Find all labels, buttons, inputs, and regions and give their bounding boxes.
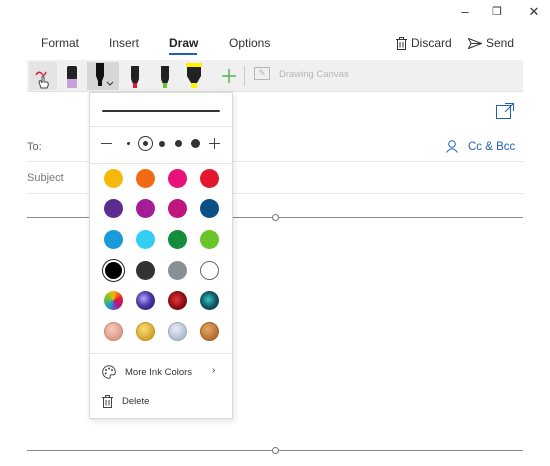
discard-label: Discard <box>411 36 452 50</box>
color-swatch-berry[interactable] <box>168 199 187 218</box>
delete-button[interactable]: Delete <box>102 395 149 408</box>
flyout-divider <box>90 126 232 127</box>
tab-insert[interactable]: Insert <box>109 36 139 50</box>
color-swatch-turquoise[interactable] <box>136 230 155 249</box>
delete-label: Delete <box>122 396 150 407</box>
thickness-selector <box>90 136 232 152</box>
pen-black-icon <box>96 63 114 86</box>
increase-thickness-button-vbar <box>214 138 215 149</box>
color-swatch-bronze[interactable] <box>200 322 219 341</box>
active-tab-indicator <box>169 53 197 55</box>
more-ink-colors-label: More Ink Colors <box>125 366 193 378</box>
pen-black-button[interactable] <box>87 62 119 90</box>
thickness-option-4[interactable] <box>175 140 182 147</box>
decrease-thickness-button[interactable] <box>101 143 112 144</box>
add-pen-icon <box>222 69 236 83</box>
pen-purple-icon <box>67 66 77 88</box>
pen-green-icon <box>161 66 169 88</box>
highlighter-yellow-icon <box>186 63 202 88</box>
cc-bcc-group: Cc & Bcc <box>446 140 515 153</box>
send-icon <box>468 37 482 49</box>
drawing-canvas-icon: ✎ <box>254 67 270 80</box>
palette-icon <box>102 365 116 379</box>
subject-input[interactable]: Subject <box>27 172 64 184</box>
send-button[interactable]: Send <box>468 36 514 50</box>
draw-toolbar: ✎ Drawing Canvas <box>27 60 523 92</box>
tab-options[interactable]: Options <box>229 36 270 50</box>
color-swatch-white[interactable] <box>200 261 219 280</box>
color-swatch-rose-gold[interactable] <box>104 322 123 341</box>
mail-compose-window: – ❐ ✕ Format Insert Draw Options Discard… <box>0 0 550 466</box>
discard-button[interactable]: Discard <box>396 36 452 50</box>
canvas-resize-handle-bottom[interactable] <box>272 447 279 454</box>
trash-icon <box>102 395 113 408</box>
pen-purple-button[interactable] <box>58 62 86 90</box>
color-swatch-gold-metal[interactable] <box>136 322 155 341</box>
thickness-option-2-dot <box>143 141 148 146</box>
color-swatch-ocean[interactable] <box>200 291 219 310</box>
color-swatch-black <box>105 262 122 279</box>
color-swatch-purple[interactable] <box>104 199 123 218</box>
pen-red-button[interactable] <box>121 62 149 90</box>
color-swatch-lime[interactable] <box>200 230 219 249</box>
to-label: To: <box>27 141 42 153</box>
trash-icon <box>396 36 407 50</box>
thickness-option-1[interactable] <box>127 142 130 145</box>
color-swatch-green[interactable] <box>168 230 187 249</box>
color-swatch-red[interactable] <box>200 169 219 188</box>
color-swatch-gray[interactable] <box>168 261 187 280</box>
color-swatch-silver[interactable] <box>168 322 187 341</box>
tab-draw[interactable]: Draw <box>169 36 198 50</box>
more-ink-colors-button[interactable]: More Ink Colors › <box>102 365 222 379</box>
restore-button[interactable]: ❐ <box>487 4 507 20</box>
close-button[interactable]: ✕ <box>524 4 544 20</box>
toolbar-separator <box>244 66 245 86</box>
color-swatch-blue[interactable] <box>104 230 123 249</box>
color-swatch-lava[interactable] <box>168 291 187 310</box>
flyout-divider <box>90 163 232 164</box>
cc-bcc-button[interactable]: Cc & Bcc <box>468 141 515 153</box>
color-swatch-rainbow[interactable] <box>104 291 123 310</box>
color-swatch-orange[interactable] <box>136 169 155 188</box>
color-swatch-navy[interactable] <box>200 199 219 218</box>
stroke-preview <box>102 110 220 112</box>
color-swatch-gold[interactable] <box>104 169 123 188</box>
color-swatch-pink[interactable] <box>168 169 187 188</box>
touch-writing-button[interactable] <box>29 62 57 90</box>
highlighter-yellow-button[interactable] <box>180 62 208 90</box>
drawing-canvas-button[interactable]: Drawing Canvas <box>279 69 349 80</box>
color-swatch-magenta[interactable] <box>136 199 155 218</box>
color-swatch-galaxy[interactable] <box>136 291 155 310</box>
touch-writing-icon <box>35 71 49 89</box>
ink-options-flyout: More Ink Colors › Delete <box>89 92 233 419</box>
contact-icon[interactable] <box>446 140 458 153</box>
send-label: Send <box>486 36 515 50</box>
color-swatch-dark-gray[interactable] <box>136 261 155 280</box>
chevron-right-icon: › <box>212 365 216 376</box>
flyout-divider <box>90 353 232 354</box>
ribbon-tabs: Format Insert Draw Options Discard Send <box>0 36 550 58</box>
pen-red-icon <box>131 66 139 88</box>
popout-icon[interactable] <box>496 103 514 119</box>
pen-green-button[interactable] <box>151 62 179 90</box>
canvas-resize-handle-top[interactable] <box>272 214 279 221</box>
minimize-button[interactable]: – <box>455 4 475 20</box>
tab-format[interactable]: Format <box>41 36 79 50</box>
add-pen-button[interactable] <box>215 62 243 90</box>
thickness-option-5[interactable] <box>191 139 200 148</box>
thickness-option-3[interactable] <box>159 141 165 147</box>
